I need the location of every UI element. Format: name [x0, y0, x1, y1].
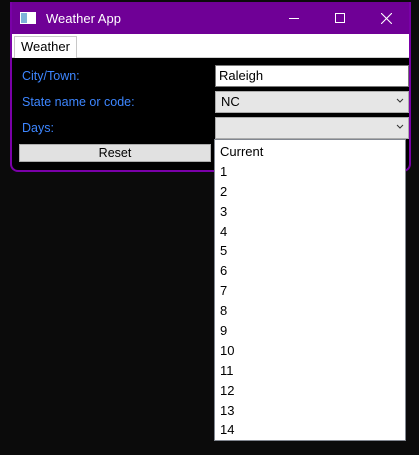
- list-item[interactable]: 13: [215, 401, 405, 421]
- state-selected-value: NC: [221, 94, 240, 109]
- close-button[interactable]: [363, 2, 409, 34]
- days-label: Days:: [22, 121, 54, 135]
- list-item[interactable]: 12: [215, 381, 405, 401]
- list-item[interactable]: 9: [215, 321, 405, 341]
- list-item[interactable]: 3: [215, 202, 405, 222]
- maximize-button[interactable]: [317, 2, 363, 34]
- list-item[interactable]: 2: [215, 182, 405, 202]
- list-item[interactable]: 6: [215, 261, 405, 281]
- list-item[interactable]: 8: [215, 301, 405, 321]
- minimize-button[interactable]: [271, 2, 317, 34]
- state-combobox[interactable]: NC: [215, 91, 409, 113]
- tab-weather[interactable]: Weather: [14, 36, 77, 58]
- list-item[interactable]: Current: [215, 142, 405, 162]
- days-combobox[interactable]: [215, 117, 409, 139]
- chevron-down-icon: [396, 98, 404, 103]
- title-bar[interactable]: Weather App: [12, 2, 409, 34]
- list-item[interactable]: 11: [215, 361, 405, 381]
- list-item[interactable]: 10: [215, 341, 405, 361]
- city-label: City/Town:: [22, 69, 80, 83]
- days-dropdown-list: Current 1 2 3 4 5 6 7 8 9 10 11 12 13 14: [214, 139, 406, 441]
- window-controls: [271, 2, 409, 34]
- list-item[interactable]: 4: [215, 222, 405, 242]
- reset-button[interactable]: Reset: [19, 144, 211, 162]
- list-item[interactable]: 5: [215, 241, 405, 261]
- tab-strip: Weather: [12, 34, 409, 58]
- list-item[interactable]: 14: [215, 420, 405, 440]
- maximize-icon: [335, 13, 345, 23]
- list-item[interactable]: 1: [215, 162, 405, 182]
- app-window-icon: [20, 12, 36, 24]
- close-icon: [380, 12, 392, 24]
- state-label: State name or code:: [22, 95, 135, 109]
- window-title: Weather App: [46, 10, 121, 26]
- list-item[interactable]: 7: [215, 281, 405, 301]
- minimize-icon: [289, 18, 299, 19]
- city-input[interactable]: Raleigh: [215, 65, 409, 87]
- chevron-down-icon: [396, 124, 404, 129]
